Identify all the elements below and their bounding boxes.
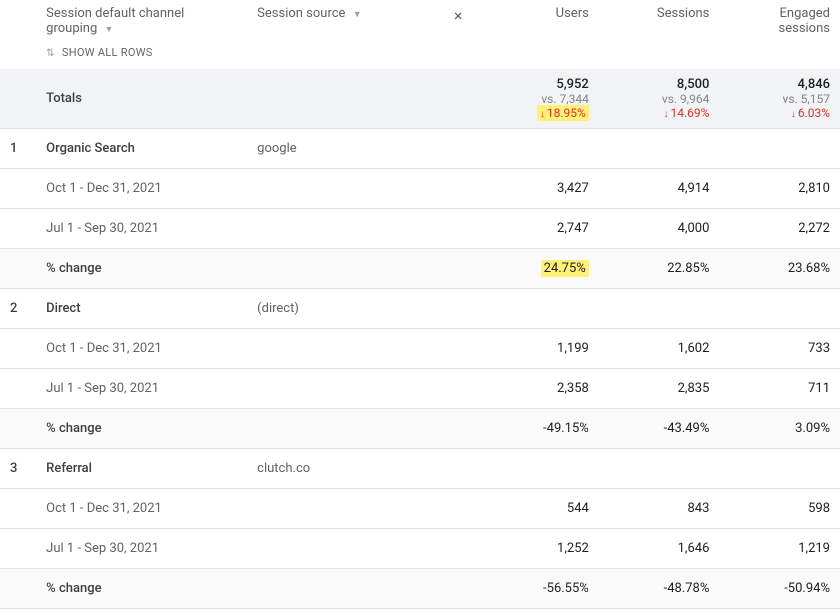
totals-sessions-pct: 14.69% xyxy=(670,106,709,120)
row-index: 1 xyxy=(0,129,36,169)
cell-sessions: 1,602 xyxy=(599,329,720,369)
cell-users: 1,199 xyxy=(478,329,599,369)
period-row: Oct 1 - Dec 31, 2021 1,1991,602733 xyxy=(0,329,840,369)
period-label: Jul 1 - Sep 30, 2021 xyxy=(36,529,247,569)
cell-sessions: 843 xyxy=(599,489,720,529)
cell-pct-sessions: -43.49% xyxy=(599,409,720,449)
cell-pct-users: -49.15% xyxy=(478,409,599,449)
source-name: google xyxy=(247,129,438,169)
cell-sessions: 1,646 xyxy=(599,529,720,569)
dimension-source-header[interactable]: Session source ▼ xyxy=(257,6,361,21)
channel-name: Referral xyxy=(36,449,247,489)
dimension-channel-header[interactable]: Session default channel grouping ▼ xyxy=(46,6,184,36)
cell-sessions: 4,914 xyxy=(599,169,720,209)
channel-name: Organic Search xyxy=(36,129,247,169)
period-label: Oct 1 - Dec 31, 2021 xyxy=(36,489,247,529)
totals-engaged-value: 4,846 xyxy=(729,77,830,92)
analytics-table: Session default channel grouping ▼ ⇅ Sho… xyxy=(0,0,840,609)
totals-sessions-value: 8,500 xyxy=(609,77,710,92)
metric-engaged-header[interactable]: Engaged sessions xyxy=(719,0,840,69)
period-row: Jul 1 - Sep 30, 2021 2,7474,0002,272 xyxy=(0,209,840,249)
cell-engaged: 598 xyxy=(719,489,840,529)
cell-users: 544 xyxy=(478,489,599,529)
cell-engaged: 733 xyxy=(719,329,840,369)
expand-icon: ⇅ xyxy=(46,48,59,59)
period-row: Oct 1 - Dec 31, 2021 544843598 xyxy=(0,489,840,529)
row-index: 3 xyxy=(0,449,36,489)
cell-engaged: 2,810 xyxy=(719,169,840,209)
period-label: Jul 1 - Sep 30, 2021 xyxy=(36,209,247,249)
period-row: Jul 1 - Sep 30, 2021 1,2521,6461,219 xyxy=(0,529,840,569)
remove-dimension-button[interactable]: × xyxy=(438,0,478,69)
chevron-down-icon: ▼ xyxy=(349,10,362,20)
cell-pct-engaged: 3.09% xyxy=(719,409,840,449)
group-header-row: 3Referralclutch.co xyxy=(0,449,840,489)
show-all-rows-button[interactable]: ⇅ Show all rows xyxy=(46,36,237,59)
group-header-row: 2Direct(direct) xyxy=(0,289,840,329)
period-label: Oct 1 - Dec 31, 2021 xyxy=(36,169,247,209)
cell-engaged: 2,272 xyxy=(719,209,840,249)
cell-users: 3,427 xyxy=(478,169,599,209)
period-label: Oct 1 - Dec 31, 2021 xyxy=(36,329,247,369)
totals-row: Totals 5,952 vs. 7,344 ↓18.95% 8,500 vs.… xyxy=(0,69,840,129)
dimension-channel-label: Session default channel grouping xyxy=(46,6,184,36)
totals-sessions-vs: vs. 9,964 xyxy=(609,92,710,106)
channel-name: Direct xyxy=(36,289,247,329)
cell-sessions: 4,000 xyxy=(599,209,720,249)
percent-change-label: % change xyxy=(36,409,247,449)
cell-users: 2,747 xyxy=(478,209,599,249)
cell-sessions: 2,835 xyxy=(599,369,720,409)
totals-engaged-pct: 6.03% xyxy=(798,106,830,120)
totals-engaged-vs: vs. 5,157 xyxy=(729,92,830,106)
totals-users-pct: 18.95% xyxy=(547,106,586,120)
percent-change-label: % change xyxy=(36,249,247,289)
dimension-source-label: Session source xyxy=(257,6,345,21)
cell-pct-engaged: 23.68% xyxy=(719,249,840,289)
down-arrow-icon: ↓ xyxy=(791,109,798,120)
down-arrow-icon: ↓ xyxy=(540,109,547,120)
period-label: Jul 1 - Sep 30, 2021 xyxy=(36,369,247,409)
cell-engaged: 1,219 xyxy=(719,529,840,569)
chevron-down-icon: ▼ xyxy=(101,25,114,35)
close-icon: × xyxy=(454,6,463,25)
source-name: clutch.co xyxy=(247,449,438,489)
show-all-rows-label: Show all rows xyxy=(62,46,153,59)
percent-change-row: % change 24.75%22.85%23.68% xyxy=(0,249,840,289)
percent-change-row: % change -49.15%-43.49%3.09% xyxy=(0,409,840,449)
totals-users-vs: vs. 7,344 xyxy=(488,92,589,106)
cell-users: 1,252 xyxy=(478,529,599,569)
cell-engaged: 711 xyxy=(719,369,840,409)
cell-pct-users: 24.75% xyxy=(478,249,599,289)
metric-sessions-header[interactable]: Sessions xyxy=(599,0,720,69)
source-name: (direct) xyxy=(247,289,438,329)
metric-users-header[interactable]: Users xyxy=(478,0,599,69)
row-index: 2 xyxy=(0,289,36,329)
cell-users: 2,358 xyxy=(478,369,599,409)
group-header-row: 1Organic Searchgoogle xyxy=(0,129,840,169)
totals-label: Totals xyxy=(36,69,247,129)
cell-pct-sessions: 22.85% xyxy=(599,249,720,289)
period-row: Oct 1 - Dec 31, 2021 3,4274,9142,810 xyxy=(0,169,840,209)
period-row: Jul 1 - Sep 30, 2021 2,3582,835711 xyxy=(0,369,840,409)
totals-users-value: 5,952 xyxy=(488,77,589,92)
